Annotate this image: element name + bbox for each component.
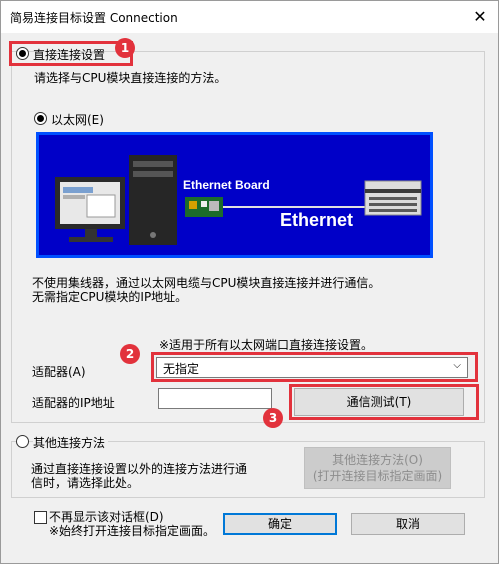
other-connection-label[interactable]: 其他连接方法 <box>33 434 109 451</box>
adapter-ip-label: 适配器的IP地址 <box>32 396 115 410</box>
ok-button-label: 确定 <box>267 517 292 531</box>
communication-test-label: 通信测试(T) <box>346 395 412 409</box>
window-title: 简易连接目标设置 Connection <box>10 11 178 25</box>
other-description-line2: 信时，请选择此处。 <box>31 476 140 490</box>
ok-button[interactable]: 确定 <box>223 513 337 535</box>
dont-show-note: ※始终打开连接目标指定画面。 <box>49 524 216 538</box>
ethernet-board-icon <box>185 197 223 217</box>
other-connection-button-line2: (打开连接目标指定画面) <box>312 469 443 483</box>
chevron-down-icon: ⌵ <box>453 360 461 371</box>
direct-note-line2: 无需指定CPU模块的IP地址。 <box>32 290 188 304</box>
other-connection-button[interactable]: 其他连接方法(O) (打开连接目标指定画面) <box>304 447 451 489</box>
title-bar: 简易连接目标设置 Connection ✕ <box>1 1 498 33</box>
close-icon[interactable]: ✕ <box>470 7 490 27</box>
direct-connection-radio[interactable] <box>16 47 29 60</box>
board-label: Ethernet Board <box>183 178 270 192</box>
ethernet-label[interactable]: 以太网(E) <box>51 111 104 128</box>
all-ports-note: ※适用于所有以太网端口直接连接设置。 <box>159 338 374 352</box>
ethernet-radio[interactable] <box>34 112 47 125</box>
adapter-label: 适配器(A) <box>32 365 86 379</box>
communication-test-button[interactable]: 通信测试(T) <box>294 388 464 416</box>
direct-connection-label[interactable]: 直接连接设置 <box>33 46 105 63</box>
adapter-ip-field[interactable] <box>158 388 272 409</box>
adapter-select[interactable]: 无指定 ⌵ <box>156 357 468 378</box>
direct-description: 请选择与CPU模块直接连接的方法。 <box>34 71 227 85</box>
cancel-button[interactable]: 取消 <box>351 513 465 535</box>
other-connection-radio[interactable] <box>16 435 29 448</box>
pc-tower-icon <box>129 155 177 245</box>
annotation-badge-2: 2 <box>120 344 140 364</box>
ethernet-cable-label: Ethernet <box>280 210 354 230</box>
annotation-badge-3: 3 <box>263 408 283 428</box>
connection-dialog: 简易连接目标设置 Connection ✕ 直接连接设置 1 请选择与CPU模块… <box>0 0 499 564</box>
ethernet-illustration: Ethernet Board Ethernet <box>36 132 433 258</box>
dont-show-checkbox[interactable] <box>34 511 47 524</box>
annotation-badge-1: 1 <box>115 38 135 58</box>
plc-module-icon <box>364 180 422 216</box>
cancel-button-label: 取消 <box>395 517 420 531</box>
other-connection-button-line1: 其他连接方法(O) <box>332 453 423 467</box>
adapter-select-value: 无指定 <box>163 362 200 376</box>
